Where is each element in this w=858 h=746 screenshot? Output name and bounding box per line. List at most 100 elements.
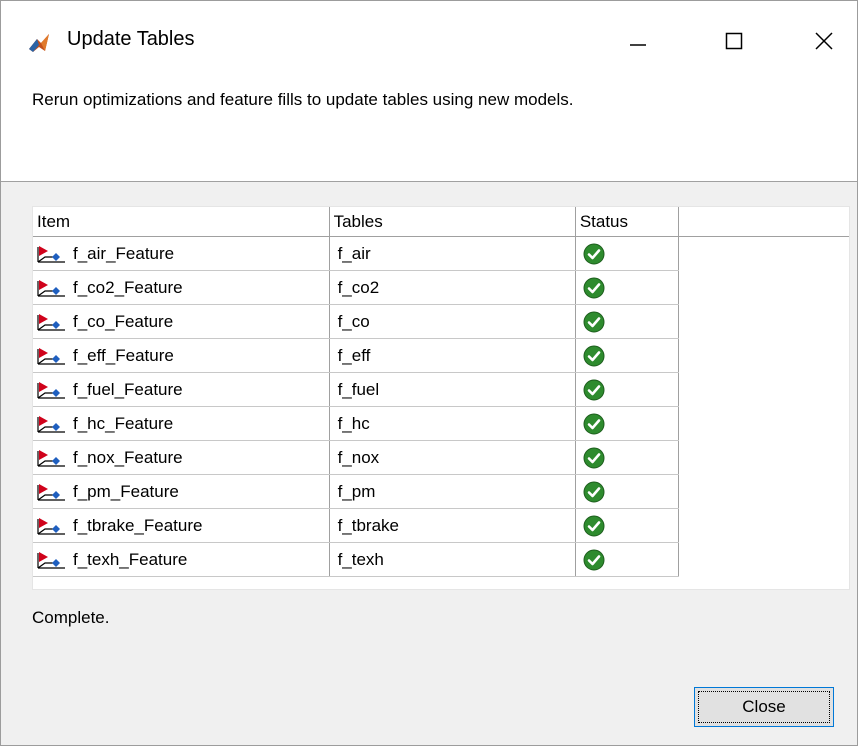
status-cell[interactable] xyxy=(575,304,680,339)
item-cell[interactable]: f_air_Feature xyxy=(33,236,330,271)
matlab-logo-icon xyxy=(27,31,51,55)
status-cell[interactable] xyxy=(575,542,680,577)
item-label: f_air_Feature xyxy=(73,243,175,263)
feature-icon xyxy=(37,517,65,535)
table-row[interactable]: f_hc_Feature f_hc xyxy=(33,406,849,441)
table-row[interactable]: f_tbrake_Feature f_tbrake xyxy=(33,508,849,543)
item-cell[interactable]: f_hc_Feature xyxy=(33,406,330,441)
item-label: f_tbrake_Feature xyxy=(73,515,203,535)
item-label: f_fuel_Feature xyxy=(73,379,183,399)
check-circle-icon xyxy=(583,447,605,468)
feature-icon xyxy=(37,483,65,501)
status-cell[interactable] xyxy=(575,474,680,509)
feature-icon xyxy=(37,381,65,399)
item-label: f_texh_Feature xyxy=(73,549,188,569)
tables-cell[interactable]: f_co xyxy=(329,304,576,339)
item-cell-content: f_co_Feature xyxy=(33,311,329,333)
item-cell[interactable]: f_fuel_Feature xyxy=(33,372,330,407)
check-circle-icon xyxy=(583,379,605,400)
item-cell-content: f_fuel_Feature xyxy=(33,379,329,401)
table-header-row: Item Tables Status xyxy=(33,207,849,237)
close-button[interactable]: Close xyxy=(694,687,834,727)
close-window-button[interactable] xyxy=(801,21,847,61)
item-cell-content: f_nox_Feature xyxy=(33,447,329,469)
feature-icon xyxy=(37,347,65,365)
results-table: Item Tables Status f_air_Feature f_air f_c… xyxy=(33,207,849,577)
status-cell[interactable] xyxy=(575,406,680,441)
status-cell[interactable] xyxy=(575,440,680,475)
tables-cell[interactable]: f_texh xyxy=(329,542,576,577)
column-header-tables[interactable]: Tables xyxy=(329,207,576,237)
item-cell-content: f_hc_Feature xyxy=(33,413,329,435)
item-cell[interactable]: f_pm_Feature xyxy=(33,474,330,509)
close-icon xyxy=(815,32,833,50)
column-header-filler xyxy=(678,207,849,237)
feature-icon xyxy=(37,313,65,331)
tables-cell[interactable]: f_nox xyxy=(329,440,576,475)
check-circle-icon xyxy=(583,515,605,536)
item-cell[interactable]: f_co2_Feature xyxy=(33,270,330,305)
window-title: Update Tables xyxy=(67,28,195,50)
maximize-icon xyxy=(725,32,743,50)
item-cell-content: f_pm_Feature xyxy=(33,481,329,503)
feature-icon xyxy=(37,551,65,569)
status-cell[interactable] xyxy=(575,372,680,407)
tables-cell[interactable]: f_eff xyxy=(329,338,576,373)
check-circle-icon xyxy=(583,549,605,570)
item-cell-content: f_co2_Feature xyxy=(33,277,329,299)
item-label: f_hc_Feature xyxy=(73,413,174,433)
tables-cell[interactable]: f_pm xyxy=(329,474,576,509)
table-row[interactable]: f_co2_Feature f_co2 xyxy=(33,270,849,305)
status-cell[interactable] xyxy=(575,508,680,543)
item-cell-content: f_eff_Feature xyxy=(33,345,329,367)
description-text: Rerun optimizations and feature fills to… xyxy=(32,90,574,109)
tables-cell[interactable]: f_tbrake xyxy=(329,508,576,543)
status-text: Complete. xyxy=(32,608,110,627)
item-cell-content: f_texh_Feature xyxy=(33,549,329,571)
minimize-button[interactable] xyxy=(615,21,661,61)
update-table[interactable]: Item Tables Status f_air_Feature f_air f_c… xyxy=(32,206,850,590)
tables-cell[interactable]: f_air xyxy=(329,236,576,271)
feature-icon xyxy=(37,415,65,433)
table-row[interactable]: f_eff_Feature f_eff xyxy=(33,338,849,373)
update-tables-dialog: Update Tables Rerun optimizations and fe… xyxy=(0,0,858,746)
item-cell-content: f_tbrake_Feature xyxy=(33,515,329,537)
table-row[interactable]: f_air_Feature f_air xyxy=(33,236,849,271)
column-header-item[interactable]: Item xyxy=(33,207,330,237)
feature-icon xyxy=(37,449,65,467)
description-panel: Rerun optimizations and feature fills to… xyxy=(1,81,857,182)
table-row[interactable]: f_texh_Feature f_texh xyxy=(33,542,849,577)
maximize-button[interactable] xyxy=(711,21,757,61)
item-cell[interactable]: f_tbrake_Feature xyxy=(33,508,330,543)
item-cell[interactable]: f_co_Feature xyxy=(33,304,330,339)
item-label: f_nox_Feature xyxy=(73,447,183,467)
item-label: f_co_Feature xyxy=(73,311,174,331)
tables-cell[interactable]: f_co2 xyxy=(329,270,576,305)
check-circle-icon xyxy=(583,243,605,264)
item-label: f_eff_Feature xyxy=(73,345,174,365)
item-cell[interactable]: f_texh_Feature xyxy=(33,542,330,577)
item-cell-content: f_air_Feature xyxy=(33,243,329,265)
feature-icon xyxy=(37,245,65,263)
item-label: f_co2_Feature xyxy=(73,277,183,297)
check-circle-icon xyxy=(583,277,605,298)
table-row[interactable]: f_nox_Feature f_nox xyxy=(33,440,849,475)
title-bar[interactable]: Update Tables xyxy=(1,1,857,81)
check-circle-icon xyxy=(583,413,605,434)
table-row[interactable]: f_pm_Feature f_pm xyxy=(33,474,849,509)
minimize-icon xyxy=(630,44,646,46)
status-cell[interactable] xyxy=(575,236,680,271)
item-cell[interactable]: f_eff_Feature xyxy=(33,338,330,373)
column-header-status[interactable]: Status xyxy=(575,207,680,237)
tables-cell[interactable]: f_hc xyxy=(329,406,576,441)
check-circle-icon xyxy=(583,311,605,332)
table-row[interactable]: f_fuel_Feature f_fuel xyxy=(33,372,849,407)
close-button-label: Close xyxy=(742,697,786,716)
item-cell[interactable]: f_nox_Feature xyxy=(33,440,330,475)
status-cell[interactable] xyxy=(575,270,680,305)
item-label: f_pm_Feature xyxy=(73,481,179,501)
status-cell[interactable] xyxy=(575,338,680,373)
check-circle-icon xyxy=(583,481,605,502)
table-row[interactable]: f_co_Feature f_co xyxy=(33,304,849,339)
tables-cell[interactable]: f_fuel xyxy=(329,372,576,407)
